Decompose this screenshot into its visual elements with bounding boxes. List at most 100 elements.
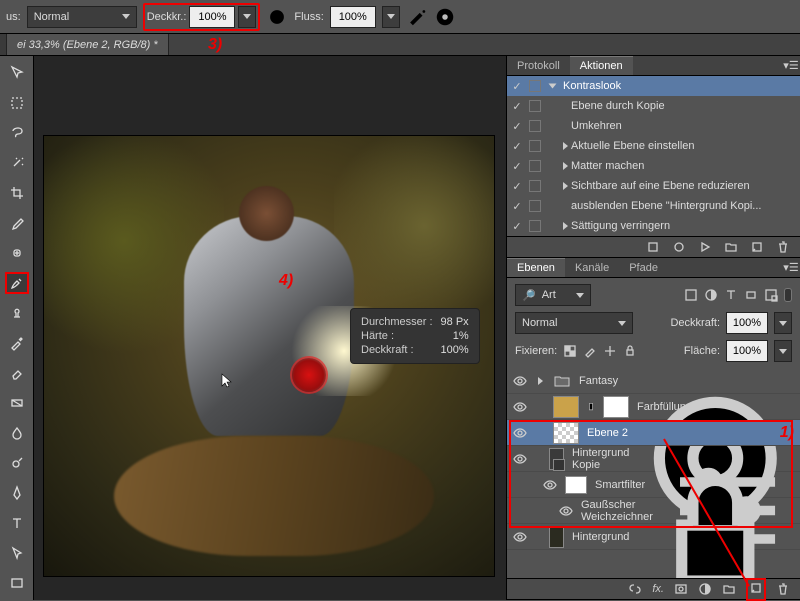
lasso-tool[interactable] [5, 122, 29, 144]
tool-panel [0, 56, 34, 600]
tab-aktionen[interactable]: Aktionen [570, 56, 633, 75]
action-row[interactable]: Ebene durch Kopie [507, 96, 800, 116]
eraser-tool[interactable] [5, 362, 29, 384]
wand-tool[interactable] [5, 152, 29, 174]
layer-blend-dropdown[interactable]: Normal [515, 312, 633, 334]
layer-thumb [553, 396, 579, 418]
layer-thumb [549, 526, 564, 548]
tab-kanaele[interactable]: Kanäle [565, 258, 619, 277]
fx-icon[interactable]: fx. [652, 583, 664, 595]
stop-icon[interactable] [646, 240, 660, 254]
filter-shape-icon[interactable] [744, 288, 758, 302]
flow-input[interactable]: 100% [330, 6, 376, 28]
canvas[interactable]: Durchmesser :98 Px Härte :1% Deckkraft :… [34, 56, 506, 600]
lock-transparent-icon[interactable] [563, 344, 577, 358]
visibility-icon[interactable] [559, 504, 573, 518]
layer-row-ebene2[interactable]: Ebene 2 1) [507, 420, 800, 446]
action-row[interactable]: Kontraslook [507, 76, 800, 96]
filter-mask-thumb [565, 476, 587, 494]
brush-tooltip: Durchmesser :98 Px Härte :1% Deckkraft :… [350, 308, 480, 364]
main-area: 2) Durchmesser :98 Px Härte :1% Deckkraf… [0, 56, 800, 600]
layer-filter-dropdown[interactable]: 🔎Art [515, 284, 591, 306]
pressure-size-icon[interactable] [434, 6, 456, 28]
crop-tool[interactable] [5, 182, 29, 204]
new-action-icon[interactable] [750, 240, 764, 254]
new-set-icon[interactable] [724, 240, 738, 254]
document-tab-bar: ei 33,3% (Ebene 2, RGB/8) * [0, 34, 800, 56]
filter-adjust-icon[interactable] [704, 288, 718, 302]
right-panels: Protokoll Aktionen ▾☰ Kontraslook Ebene … [506, 56, 800, 600]
visibility-icon[interactable] [513, 530, 527, 544]
pressure-opacity-icon[interactable] [266, 6, 288, 28]
actions-list: Kontraslook Ebene durch Kopie Umkehren A… [507, 76, 800, 236]
lock-icon [637, 458, 794, 578]
record-icon[interactable] [672, 240, 686, 254]
group-icon[interactable] [722, 582, 736, 596]
flow-stepper[interactable] [382, 6, 400, 28]
trash-icon[interactable] [776, 582, 790, 596]
action-row[interactable]: ausblenden Ebene "Hintergrund Kopi... [507, 196, 800, 216]
lock-position-icon[interactable] [603, 344, 617, 358]
collapse-handle[interactable] [0, 34, 7, 55]
gradient-tool[interactable] [5, 392, 29, 414]
new-layer-icon[interactable] [749, 581, 763, 595]
tab-pfade[interactable]: Pfade [619, 258, 668, 277]
visibility-icon[interactable] [513, 374, 527, 388]
lock-pixels-icon[interactable] [583, 344, 597, 358]
action-row[interactable]: Sättigung verringern [507, 216, 800, 236]
lock-all-icon[interactable] [623, 344, 637, 358]
layers-toolbar: fx. [507, 578, 800, 600]
actions-toolbar [507, 236, 800, 258]
annotation-4: 4) [279, 272, 293, 290]
flow-label: Fluss: [294, 11, 323, 23]
pen-tool[interactable] [5, 482, 29, 504]
dodge-tool[interactable] [5, 452, 29, 474]
move-tool[interactable] [5, 62, 29, 84]
layers-list: Fantasy Farbfüllung 2 Ebene 2 1) [507, 368, 800, 578]
type-tool[interactable] [5, 512, 29, 534]
filter-pixel-icon[interactable] [684, 288, 698, 302]
marquee-tool[interactable] [5, 92, 29, 114]
shape-tool[interactable] [5, 572, 29, 594]
filter-toggle[interactable] [784, 288, 792, 302]
action-row[interactable]: Sichtbare auf eine Ebene reduzieren [507, 176, 800, 196]
panel-menu-icon[interactable]: ▾☰ [782, 258, 800, 277]
action-row[interactable]: Aktuelle Ebene einstellen [507, 136, 800, 156]
fill-input[interactable]: 100% [726, 340, 768, 362]
visibility-icon[interactable] [543, 478, 557, 492]
filter-smart-icon[interactable] [764, 288, 778, 302]
opacity-input[interactable]: 100% [189, 6, 235, 28]
eyedropper-tool[interactable] [5, 212, 29, 234]
mask-icon[interactable] [674, 582, 688, 596]
brush-preview-dot [292, 358, 326, 392]
tab-ebenen[interactable]: Ebenen [507, 258, 565, 277]
blur-tool[interactable] [5, 422, 29, 444]
mask-thumb [603, 396, 629, 418]
stamp-tool[interactable] [5, 302, 29, 324]
layer-opacity-input[interactable]: 100% [726, 312, 768, 334]
opacity-stepper[interactable] [238, 6, 256, 28]
visibility-icon[interactable] [513, 400, 527, 414]
airbrush-icon[interactable] [406, 6, 428, 28]
filter-type-icon[interactable] [724, 288, 738, 302]
link-layers-icon[interactable] [628, 582, 642, 596]
layer-opacity-stepper[interactable] [774, 312, 792, 334]
trash-icon[interactable] [776, 240, 790, 254]
blend-mode-dropdown[interactable]: Normal [27, 6, 137, 28]
visibility-icon[interactable] [513, 452, 527, 466]
visibility-icon[interactable] [513, 426, 527, 440]
path-select-tool[interactable] [5, 542, 29, 564]
action-row[interactable]: Umkehren [507, 116, 800, 136]
layer-row-bg[interactable]: Hintergrund [507, 524, 800, 550]
adjustment-icon[interactable] [698, 582, 712, 596]
brush-tool[interactable] [5, 272, 29, 294]
action-row[interactable]: Matter machen [507, 156, 800, 176]
document-tab[interactable]: ei 33,3% (Ebene 2, RGB/8) * [7, 34, 169, 55]
history-brush-tool[interactable] [5, 332, 29, 354]
fill-stepper[interactable] [774, 340, 792, 362]
layer-thumb [553, 422, 579, 444]
healing-tool[interactable] [5, 242, 29, 264]
panel-menu-icon[interactable]: ▾☰ [782, 56, 800, 75]
tab-protokoll[interactable]: Protokoll [507, 56, 570, 75]
play-icon[interactable] [698, 240, 712, 254]
